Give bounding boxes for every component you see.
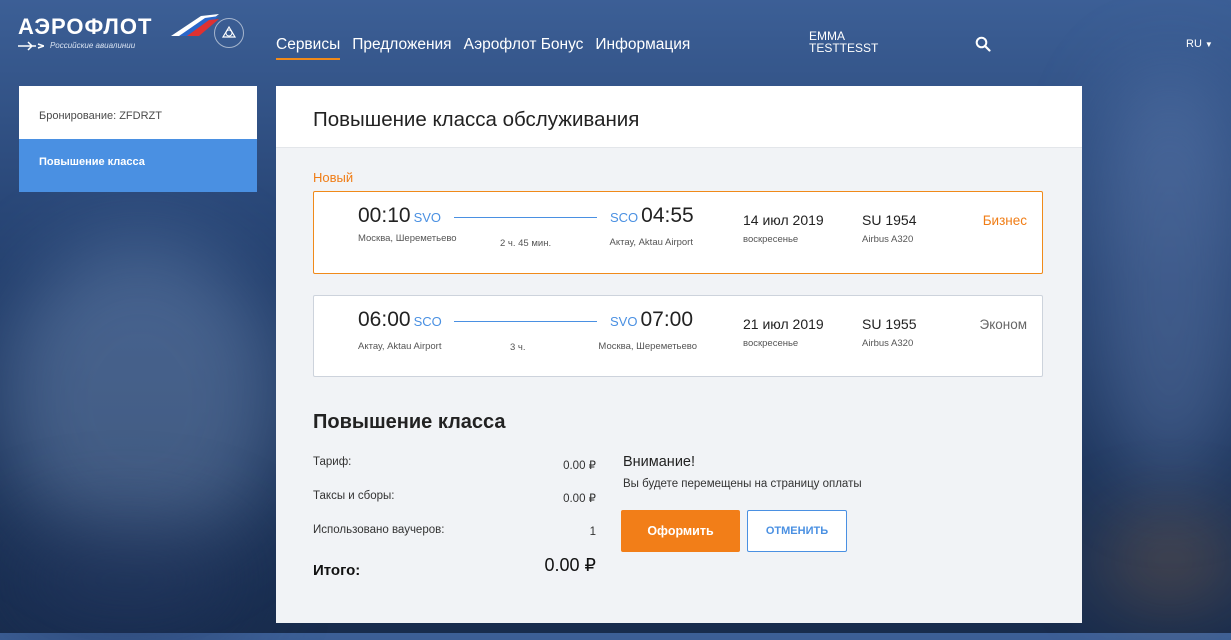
departure-city: Актау, Aktau Airport [358,341,442,352]
fare-label: Тариф: [313,456,352,468]
aeroflot-logo[interactable]: АЭРОФЛОТ Российские авиалинии [18,14,244,62]
vouchers-label: Использовано ваучеров: [313,524,445,536]
sidebar-item-upgrade[interactable]: Повышение класса [19,139,257,192]
nav-services[interactable]: Сервисы [276,36,341,60]
emblem-icon [214,18,244,48]
route-line [454,217,597,218]
total-label: Итого: [313,562,361,579]
departure-code: SCO [413,314,442,329]
arrival-time: SVO 07:00 [610,308,694,331]
departure-time: 06:00 SCO [358,308,442,331]
total-value: 0.00 ₽ [544,555,597,575]
user-last-name: TESTTESST [809,41,879,55]
plane-icon [18,41,44,51]
logo-wordmark: АЭРОФЛОТ [18,14,153,39]
departure-time: 00:10 SVO [358,204,442,227]
language-code: RU [1186,38,1202,50]
attention-text: Вы будете перемещены на страницу оплаты [623,478,862,490]
service-class: Бизнес [982,213,1027,228]
language-selector[interactable]: RU ▼ [1186,38,1213,50]
arrival-time: SCO 04:55 [610,204,694,227]
user-account[interactable]: EMMA TESTTESST [809,30,889,54]
main-menu: Сервисы Предложения Аэрофлот Бонус Инфор… [276,36,702,60]
nav-info[interactable]: Информация [595,36,690,60]
flight-date: 21 июл 2019 [743,316,824,332]
submit-button[interactable]: Оформить [621,510,740,552]
logo-subtitle: Российские авиалинии [50,41,136,50]
departure-city: Москва, Шереметьево [358,233,457,244]
main-card: Повышение класса обслуживания Новый 00:1… [276,86,1082,623]
flight-segment-outbound[interactable]: 00:10 SVO SCO 04:55 Москва, Шереметьево 2 … [313,191,1043,274]
sidebar: Бронирование: ZFDRZT Повышение класса [19,86,257,192]
attention-title: Внимание! [623,454,696,470]
aircraft-type: Airbus A320 [862,234,914,245]
arrival-city: Актау, Aktau Airport [609,237,694,248]
service-class: Эконом [979,317,1027,332]
flight-segment-return[interactable]: 06:00 SCO SVO 07:00 Актау, Aktau Airport 3… [313,295,1043,377]
aircraft-type: Airbus A320 [862,338,914,349]
chevron-down-icon: ▼ [1204,40,1213,49]
sidebar-item-booking[interactable]: Бронирование: ZFDRZT [19,86,257,139]
arrival-code: SVO [610,314,638,329]
taxes-label: Таксы и сборы: [313,490,395,502]
vouchers-value: 1 [589,526,596,538]
departure-code: SVO [413,210,442,225]
flight-number: SU 1954 [862,212,917,228]
flight-number: SU 1955 [862,316,917,332]
flight-duration: 2 ч. 45 мин. [500,238,552,249]
arrival-city: Москва, Шереметьево [598,341,697,352]
fare-value: 0.00 ₽ [563,460,596,472]
upgrade-section-title: Повышение класса [313,411,506,433]
nav-bonus[interactable]: Аэрофлот Бонус [464,36,584,60]
flight-weekday: воскресенье [743,234,799,245]
arrival-code: SCO [610,210,639,225]
search-icon[interactable] [975,36,991,52]
flight-date: 14 июл 2019 [743,212,824,228]
page-title: Повышение класса обслуживания [313,108,640,131]
flag-wing-icon [171,14,219,36]
cancel-button[interactable]: ОТМЕНИТЬ [747,510,847,552]
flight-duration: 3 ч. [510,342,526,353]
flight-weekday: воскресенье [743,338,799,349]
taxes-value: 0.00 ₽ [563,493,596,505]
top-navigation-bar: АЭРОФЛОТ Российские авиалинии Сервисы Пр… [0,0,1231,72]
route-line [454,321,597,322]
status-label: Новый [313,170,354,185]
nav-offers[interactable]: Предложения [352,36,451,60]
